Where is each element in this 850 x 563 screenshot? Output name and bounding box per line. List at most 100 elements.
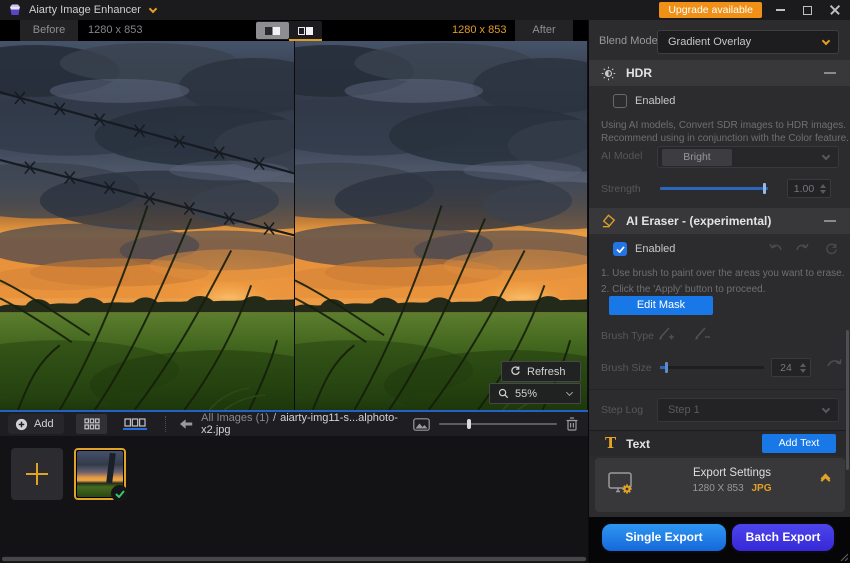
- app-logo-icon: [10, 4, 20, 15]
- toolbar-separator: [165, 416, 167, 432]
- hdr-title: HDR: [626, 66, 652, 80]
- export-size: 1280 X 853: [692, 483, 744, 494]
- reset-icon[interactable]: [825, 243, 838, 256]
- brush-add-icon[interactable]: [657, 326, 675, 342]
- hdr-collapse-icon[interactable]: [824, 72, 836, 74]
- spinner-icon[interactable]: [820, 183, 826, 194]
- add-text-button[interactable]: Add Text: [762, 434, 836, 453]
- brush-type-label: Brush Type: [601, 330, 654, 342]
- eraser-title: AI Eraser - (experimental): [626, 214, 772, 228]
- thumbnail-size-slider[interactable]: [439, 419, 558, 429]
- strength-slider[interactable]: [660, 183, 768, 194]
- before-image-pane[interactable]: [0, 41, 295, 410]
- window-controls: [776, 5, 840, 15]
- blend-mode-row: Blend Mode Gradient Overlay: [589, 26, 850, 56]
- after-label: After: [515, 20, 573, 41]
- add-image-button[interactable]: Add: [8, 414, 64, 434]
- grid-view-icon: [83, 418, 100, 430]
- zoom-control[interactable]: 55%: [489, 383, 581, 404]
- image-thumbnail[interactable]: [74, 448, 128, 502]
- slider-thumb[interactable]: [665, 362, 668, 373]
- ai-model-dropdown[interactable]: Bright: [657, 146, 839, 168]
- brush-size-value-box[interactable]: 24: [771, 358, 811, 377]
- check-icon: [114, 489, 125, 498]
- hdr-enabled-row: Enabled: [613, 94, 675, 108]
- eraser-reset: [825, 243, 838, 256]
- export-format: JPG: [751, 483, 772, 494]
- titlebar: Aiarty Image Enhancer Upgrade available: [0, 0, 850, 20]
- spinner-icon[interactable]: [800, 362, 806, 373]
- image-compare-area: Refresh 55%: [0, 41, 588, 410]
- brush-subtract-icon[interactable]: [693, 326, 711, 342]
- blend-mode-dropdown[interactable]: Gradient Overlay: [657, 30, 839, 54]
- minimize-button[interactable]: [776, 9, 785, 11]
- chevron-down-icon: [821, 404, 831, 413]
- hdr-enabled-label: Enabled: [635, 95, 676, 107]
- refresh-icon: [511, 366, 520, 375]
- single-view-button[interactable]: [256, 22, 289, 39]
- step-log-label: Step Log: [601, 404, 644, 416]
- after-image: [295, 41, 587, 410]
- eraser-enabled-row: Enabled: [613, 242, 675, 256]
- brush-size-slider[interactable]: [660, 362, 764, 373]
- zoom-level: 55%: [515, 387, 538, 400]
- strength-label: Strength: [601, 183, 641, 195]
- batch-export-button[interactable]: Batch Export: [730, 522, 836, 553]
- export-buttons-bar: Single Export Batch Export: [589, 517, 850, 563]
- trash-icon[interactable]: [566, 417, 578, 431]
- add-image-tile[interactable]: [11, 448, 63, 500]
- app-window: Aiarty Image Enhancer Upgrade available …: [0, 0, 850, 563]
- split-view-icon: [298, 26, 305, 35]
- refresh-button[interactable]: Refresh: [501, 361, 581, 382]
- breadcrumb-all-images[interactable]: All Images (1): [201, 412, 269, 424]
- close-button[interactable]: [830, 5, 840, 15]
- single-export-button[interactable]: Single Export: [600, 522, 728, 553]
- app-menu-chevron-down-icon[interactable]: [148, 4, 158, 13]
- breadcrumb: All Images (1) / aiarty-img11-s...alphoto-…: [201, 412, 413, 436]
- blend-mode-label: Blend Mode: [599, 35, 658, 47]
- filmstrip-scrollbar[interactable]: [2, 556, 586, 562]
- hdr-enabled-checkbox[interactable]: [613, 94, 627, 108]
- step-log-dropdown[interactable]: Step 1: [657, 398, 839, 422]
- undo-icon[interactable]: [769, 243, 783, 255]
- before-image: [0, 41, 294, 410]
- maximize-button[interactable]: [803, 5, 812, 15]
- add-label: Add: [34, 418, 54, 430]
- eraser-section-header[interactable]: AI Eraser - (experimental): [589, 208, 850, 234]
- export-settings-panel[interactable]: Export Settings 1280 X 853 JPG: [595, 458, 845, 512]
- export-settings-icon: [607, 470, 635, 501]
- active-strip-indicator: [123, 428, 148, 430]
- grid-view-button[interactable]: [75, 414, 108, 434]
- chevron-down-icon: [821, 36, 831, 45]
- eraser-collapse-icon[interactable]: [824, 220, 836, 222]
- ai-model-label: AI Model: [601, 150, 643, 162]
- back-icon[interactable]: [180, 419, 193, 429]
- redo-icon[interactable]: [795, 243, 809, 255]
- brush-size-label: Brush Size: [601, 362, 652, 374]
- strength-value-box[interactable]: 1.00: [787, 179, 831, 198]
- filmstrip-view-icon: [124, 418, 146, 427]
- split-view-button[interactable]: [289, 22, 322, 41]
- zoom-chevron-down-icon: [565, 388, 574, 397]
- divider: [589, 389, 850, 390]
- upgrade-button[interactable]: Upgrade available: [659, 2, 762, 18]
- brush-size-reset-icon[interactable]: [827, 358, 842, 368]
- filmstrip-view-button[interactable]: [117, 414, 153, 434]
- slider-thumb[interactable]: [763, 183, 766, 194]
- hdr-section-body: Enabled Using AI models, Convert SDR ima…: [589, 86, 850, 208]
- edit-mask-button[interactable]: Edit Mask: [609, 296, 713, 315]
- settings-panel: Blend Mode Gradient Overlay HDR Enabled …: [588, 20, 850, 563]
- plus-icon: [26, 463, 48, 485]
- resize-grip[interactable]: [838, 551, 848, 561]
- eraser-enabled-checkbox[interactable]: [613, 242, 627, 256]
- eraser-step1: 1. Use brush to paint over the areas you…: [601, 268, 845, 279]
- hdr-section-header[interactable]: HDR: [589, 60, 850, 86]
- brush-type-options: [657, 326, 711, 342]
- after-size: 1280 x 853: [452, 24, 507, 36]
- export-collapse-chevrons-icon[interactable]: [820, 473, 831, 486]
- panel-scrollbar[interactable]: [846, 330, 849, 470]
- magnifier-icon: [498, 388, 509, 399]
- slider-thumb[interactable]: [467, 419, 472, 429]
- add-icon: [15, 418, 28, 430]
- after-image-pane[interactable]: Refresh 55%: [295, 41, 587, 410]
